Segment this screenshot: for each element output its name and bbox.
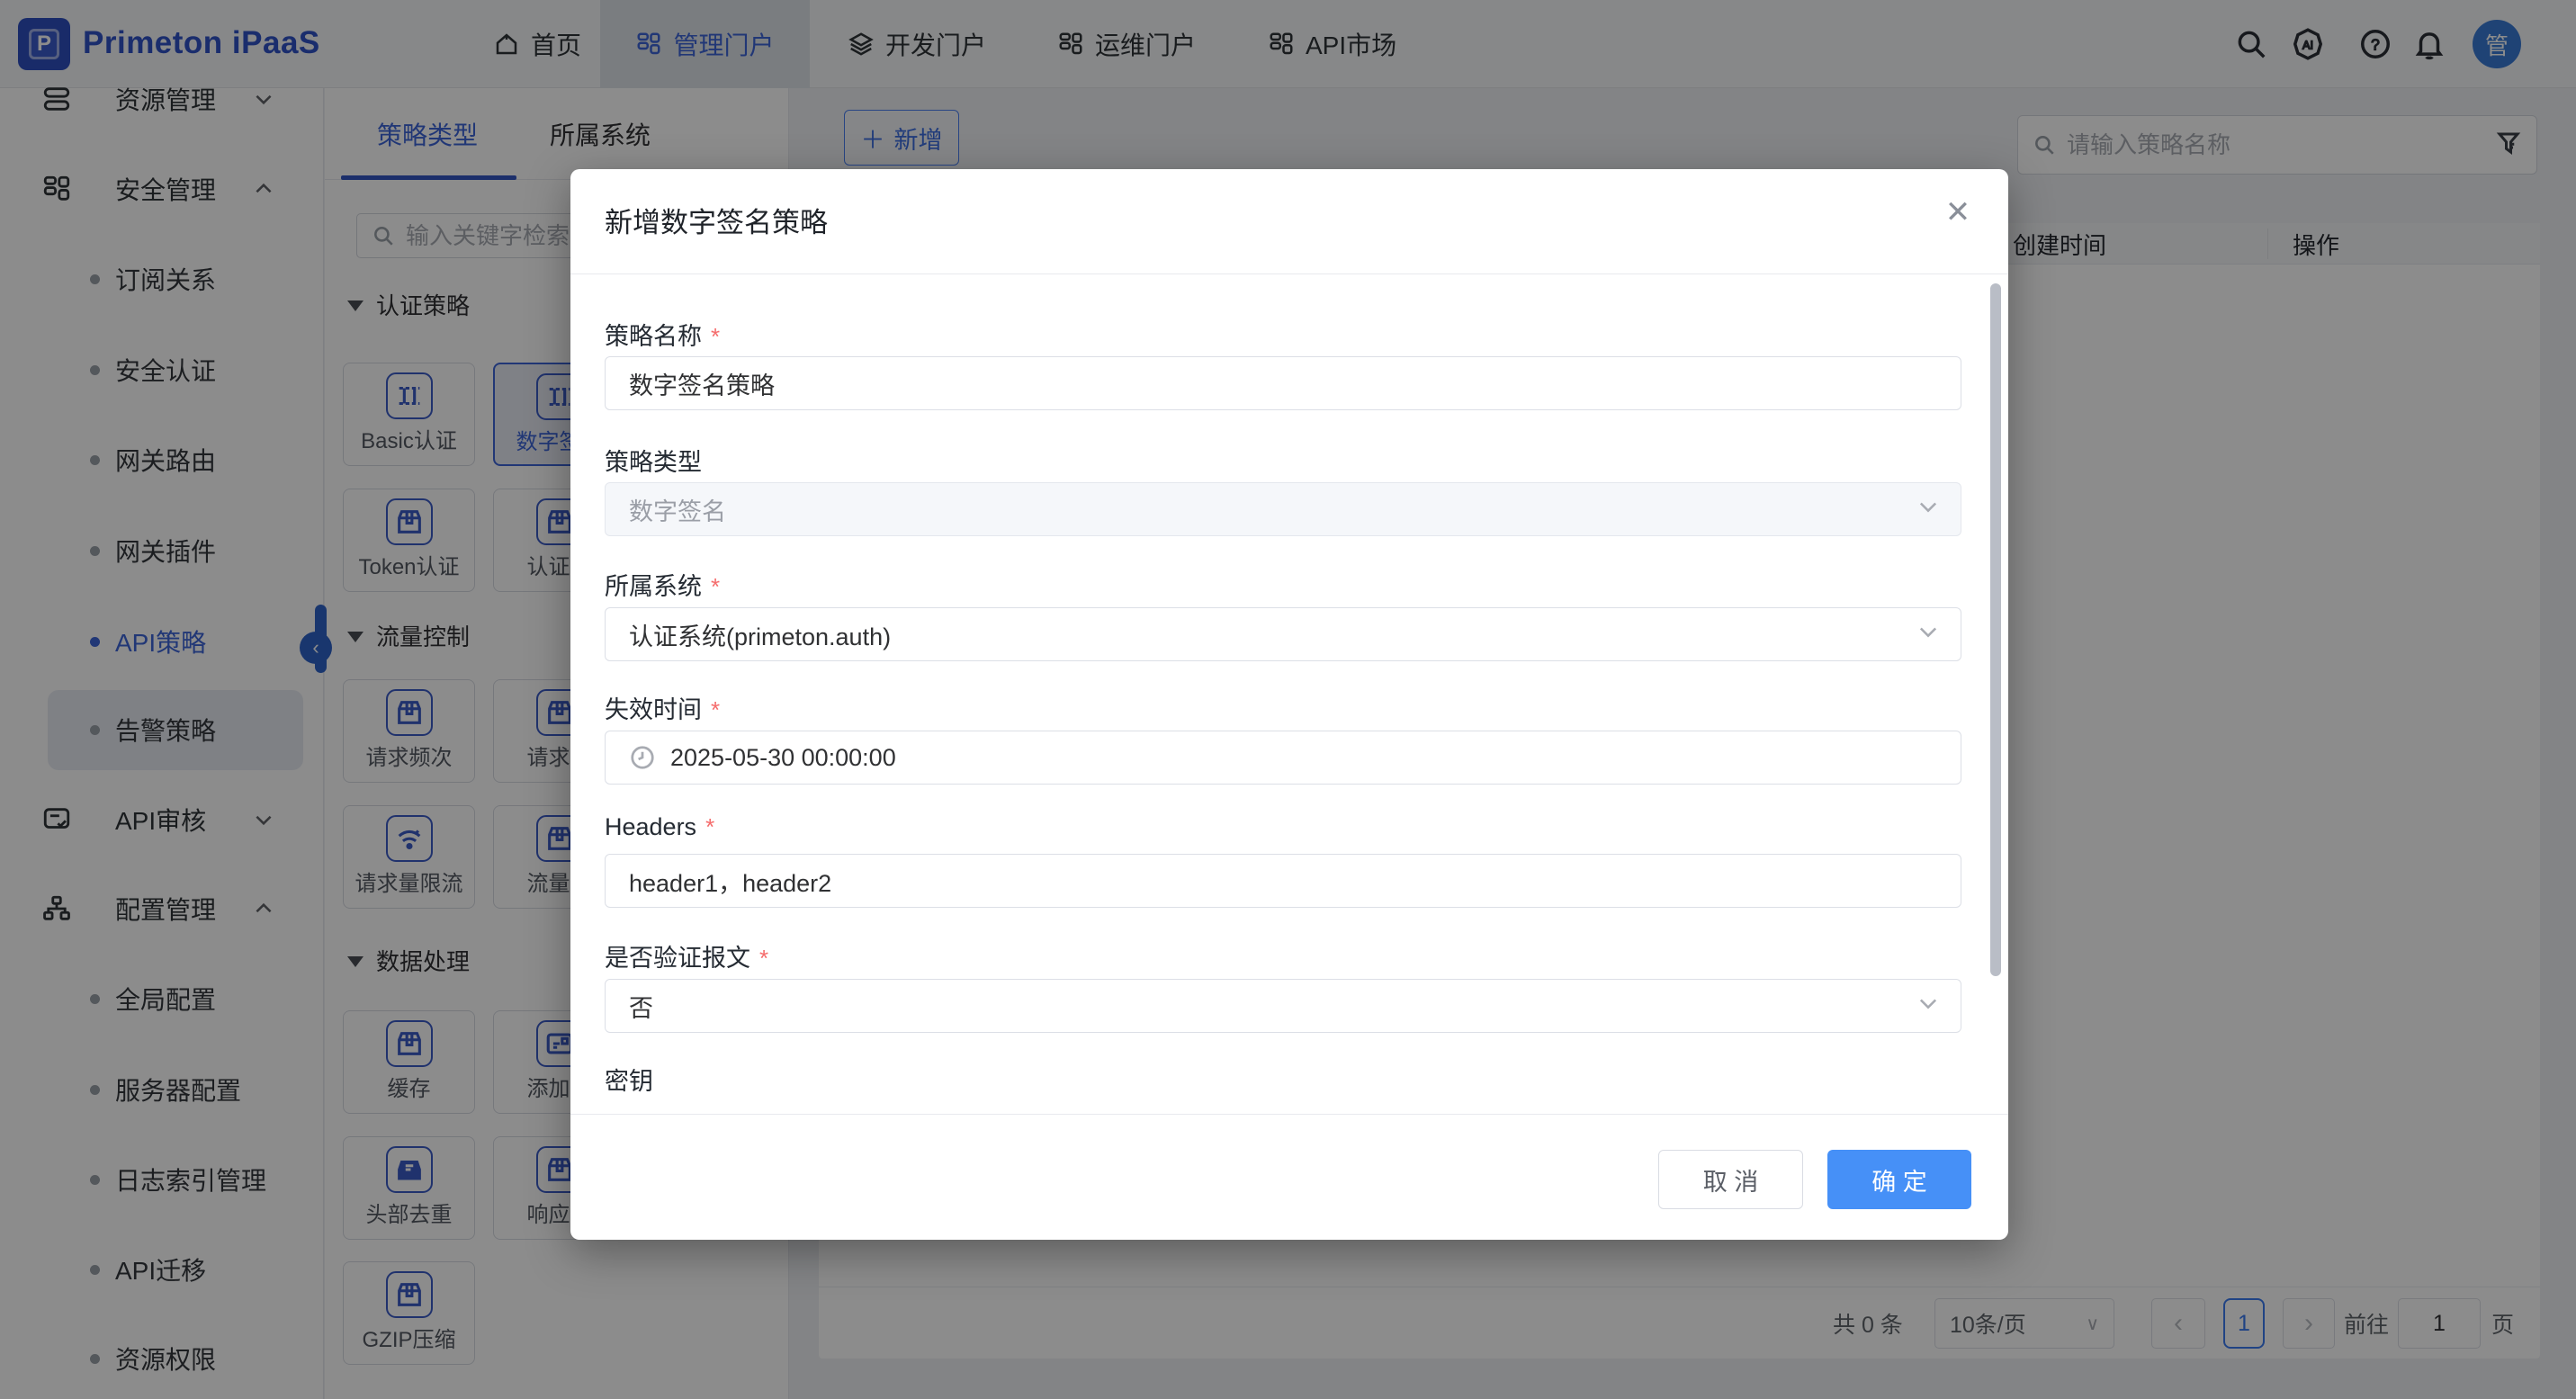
field-label-policy-name: 策略名称*: [605, 317, 720, 352]
modal-scrollbar[interactable]: [1990, 283, 2001, 976]
verify-payload-select[interactable]: 否: [605, 979, 1961, 1033]
close-icon[interactable]: ✕: [1936, 191, 1979, 234]
chevron-down-icon: [1916, 619, 1941, 650]
clock-icon: [629, 744, 656, 771]
field-label-policy-type: 策略类型: [605, 443, 702, 478]
headers-input[interactable]: [605, 854, 1961, 908]
cancel-button[interactable]: 取 消: [1658, 1150, 1803, 1209]
chevron-down-icon: [1916, 991, 1941, 1022]
field-label-headers: Headers*: [605, 813, 714, 841]
confirm-button[interactable]: 确 定: [1827, 1150, 1971, 1209]
dialog-title: 新增数字签名策略: [605, 200, 828, 240]
field-label-verify-payload: 是否验证报文*: [605, 938, 768, 973]
policy-name-input[interactable]: [605, 356, 1961, 410]
chevron-down-icon: [1916, 494, 1941, 525]
policy-type-select: 数字签名: [605, 482, 1961, 536]
field-label-secret-key: 密钥: [605, 1062, 653, 1097]
field-label-owning-system: 所属系统*: [605, 567, 720, 602]
expire-time-input[interactable]: 2025-05-30 00:00:00: [605, 731, 1961, 785]
owning-system-select[interactable]: 认证系统(primeton.auth): [605, 607, 1961, 661]
field-label-expire-time: 失效时间*: [605, 690, 720, 725]
add-digital-signature-policy-dialog: 新增数字签名策略 ✕ 策略名称* 策略类型 数字签名 所属系统* 认证系统(pr…: [570, 169, 2008, 1240]
